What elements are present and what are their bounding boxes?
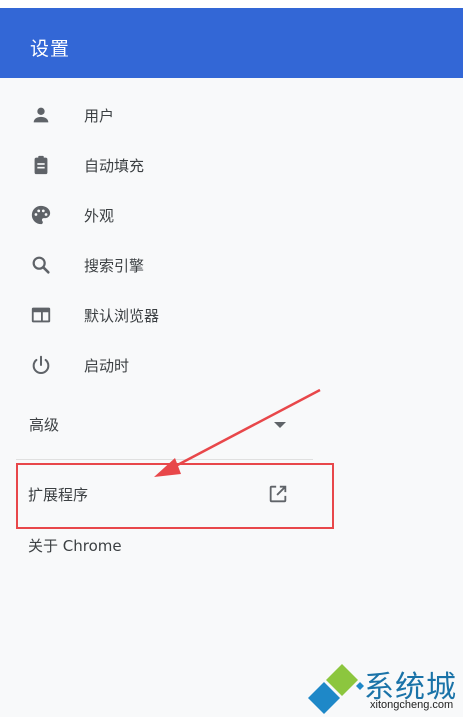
- sidebar-item-label: 用户: [84, 107, 115, 125]
- browser-window-icon: [31, 307, 51, 323]
- sidebar-item-label: 外观: [84, 207, 115, 225]
- divider: [16, 459, 313, 460]
- sidebar-item-autofill[interactable]: 自动填充: [0, 145, 330, 185]
- sidebar-item-people[interactable]: 用户: [0, 95, 330, 135]
- sidebar-item-label: 自动填充: [84, 157, 145, 175]
- person-icon: [33, 107, 49, 123]
- palette-icon: [31, 205, 51, 225]
- caret-down-icon: [274, 422, 286, 428]
- sidebar-item-about-chrome[interactable]: 关于 Chrome: [28, 535, 122, 556]
- sidebar-item-label: 启动时: [84, 357, 130, 375]
- sidebar-item-default-browser[interactable]: 默认浏览器: [0, 295, 330, 335]
- advanced-label: 高级: [29, 416, 60, 434]
- settings-header: 设置: [0, 8, 463, 78]
- sidebar-item-on-startup[interactable]: 启动时: [0, 345, 330, 385]
- power-icon: [32, 355, 50, 374]
- sidebar-item-label: 默认浏览器: [84, 307, 160, 325]
- window-top-strip: [0, 0, 463, 8]
- advanced-section-toggle[interactable]: 高级: [0, 404, 310, 444]
- sidebar-item-appearance[interactable]: 外观: [0, 195, 330, 235]
- highlight-box: [16, 463, 334, 529]
- watermark-url: xitongcheng.com: [370, 699, 454, 711]
- clipboard-icon: [34, 155, 48, 175]
- search-icon: [32, 256, 50, 274]
- sidebar-item-search-engine[interactable]: 搜索引擎: [0, 245, 330, 285]
- page-title: 设置: [30, 38, 71, 60]
- sidebar-item-label: 搜索引擎: [84, 257, 145, 275]
